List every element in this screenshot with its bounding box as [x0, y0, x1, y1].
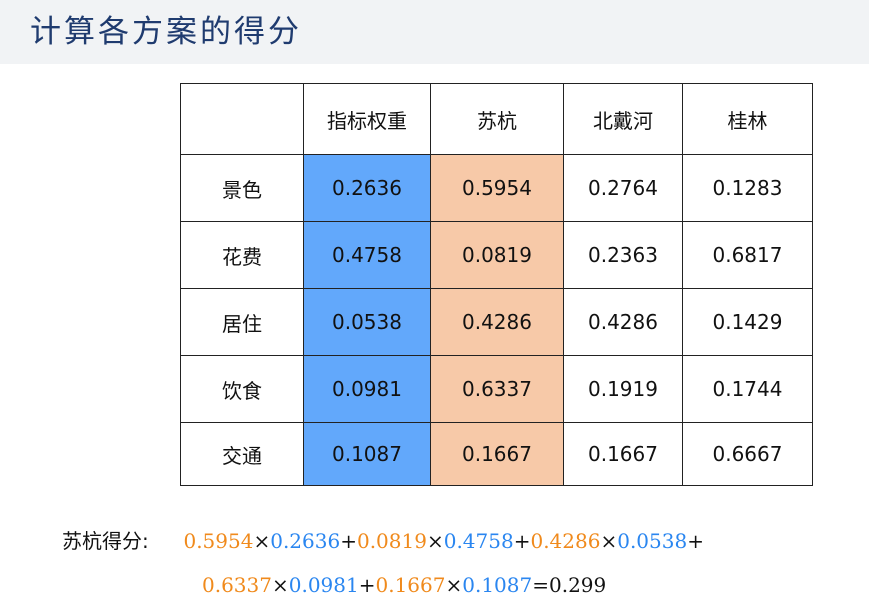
formula-term-a: 0.4286 [530, 529, 601, 553]
header-cell-weight: 指标权重 [303, 83, 431, 155]
beidaihe-cell: 0.1667 [563, 422, 683, 486]
guilin-cell: 0.6667 [682, 422, 813, 486]
formula-term-a: 0.6337 [202, 573, 272, 597]
weight-cell: 0.2636 [303, 154, 431, 222]
formula-result: 0.299 [549, 573, 607, 597]
formula-line-2: 0.6337×0.0981+0.1667×0.1087=0.299 [202, 563, 606, 607]
beidaihe-cell: 0.2764 [563, 154, 683, 222]
formula-term-b: 0.2636 [270, 529, 341, 553]
row-label: 饮食 [180, 355, 304, 423]
weight-cell: 0.4758 [303, 221, 431, 289]
table-row: 景色 0.2636 0.5954 0.2764 0.1283 [180, 154, 813, 222]
guilin-cell: 0.1429 [682, 288, 813, 356]
formula-term-b: 0.4758 [443, 529, 514, 553]
plus-sign: + [358, 573, 376, 597]
suhang-cell: 0.4286 [430, 288, 564, 356]
suhang-cell: 0.1667 [430, 422, 564, 486]
title-bar: 计算各方案的得分 [0, 0, 869, 64]
table-header-row: 指标权重 苏杭 北戴河 桂林 [180, 83, 813, 155]
weight-cell: 0.1087 [303, 422, 431, 486]
suhang-cell: 0.5954 [430, 154, 564, 222]
plus-sign: + [340, 529, 357, 553]
header-cell-suhang: 苏杭 [430, 83, 564, 155]
score-formula: 苏杭得分: 0.5954×0.2636+0.0819×0.4758+0.4286… [62, 519, 704, 597]
header-cell-guilin: 桂林 [682, 83, 813, 155]
score-table: 指标权重 苏杭 北戴河 桂林 景色 0.2636 0.5954 0.2764 0… [180, 83, 813, 486]
beidaihe-cell: 0.4286 [563, 288, 683, 356]
row-label: 景色 [180, 154, 304, 222]
header-cell-empty [180, 83, 304, 155]
suhang-cell: 0.6337 [430, 355, 564, 423]
plus-sign: + [687, 529, 704, 553]
times-sign: × [600, 529, 618, 553]
formula-term-b: 0.0538 [617, 529, 688, 553]
guilin-cell: 0.1283 [682, 154, 813, 222]
guilin-cell: 0.6817 [682, 221, 813, 289]
row-label: 居住 [180, 288, 304, 356]
weight-cell: 0.0538 [303, 288, 431, 356]
row-label: 花费 [180, 221, 304, 289]
table-row: 花费 0.4758 0.0819 0.2363 0.6817 [180, 221, 813, 289]
weight-cell: 0.0981 [303, 355, 431, 423]
plus-sign: + [513, 529, 531, 553]
times-sign: × [253, 529, 271, 553]
formula-line-1: 苏杭得分: 0.5954×0.2636+0.0819×0.4758+0.4286… [62, 519, 704, 563]
beidaihe-cell: 0.1919 [563, 355, 683, 423]
formula-term-a: 0.0819 [356, 529, 427, 553]
formula-term-b: 0.0981 [288, 573, 359, 597]
header-cell-beidaihe: 北戴河 [563, 83, 683, 155]
row-label: 交通 [180, 422, 304, 486]
times-sign: × [426, 529, 444, 553]
suhang-cell: 0.0819 [430, 221, 564, 289]
table-row: 饮食 0.0981 0.6337 0.1919 0.1744 [180, 355, 813, 423]
guilin-cell: 0.1744 [682, 355, 813, 423]
formula-term-b: 0.1087 [462, 573, 533, 597]
formula-label: 苏杭得分: [62, 529, 149, 553]
slide-title: 计算各方案的得分 [30, 14, 302, 50]
table-row: 居住 0.0538 0.4286 0.4286 0.1429 [180, 288, 813, 356]
beidaihe-cell: 0.2363 [563, 221, 683, 289]
table-row: 交通 0.1087 0.1667 0.1667 0.6667 [180, 422, 813, 486]
times-sign: × [271, 573, 289, 597]
formula-term-a: 0.1667 [375, 573, 446, 597]
formula-term-a: 0.5954 [183, 529, 254, 553]
times-sign: × [445, 573, 463, 597]
equals-sign: = [532, 573, 549, 597]
